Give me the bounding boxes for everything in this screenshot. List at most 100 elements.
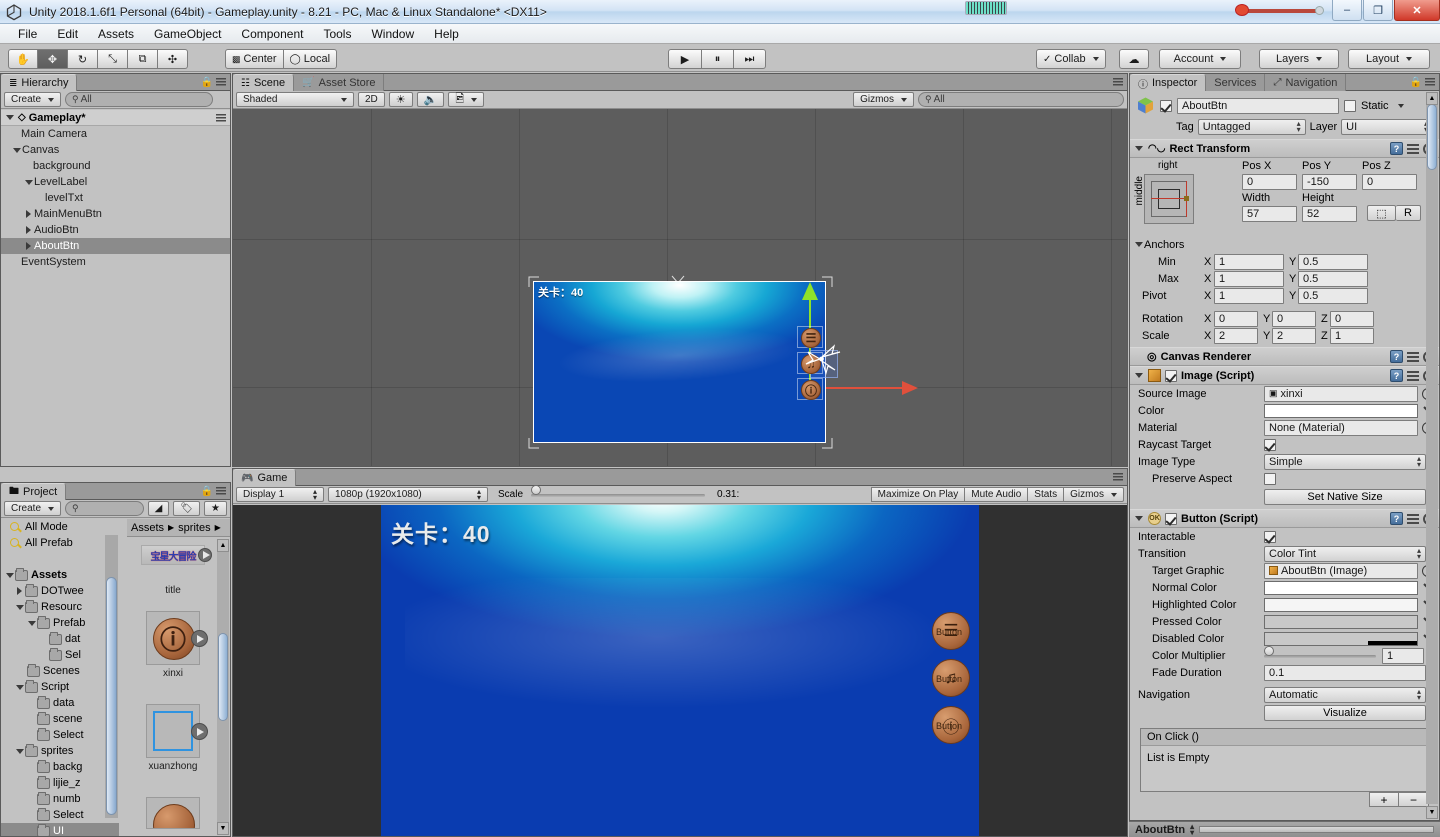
project-assets-scrollbar[interactable] bbox=[217, 551, 229, 834]
pos-x-input[interactable]: 0 bbox=[1242, 174, 1297, 190]
scene-canvas-rect[interactable]: 关卡：40 ☰ ♫ ⓘ bbox=[533, 281, 918, 443]
chevron-down-icon[interactable] bbox=[5, 113, 14, 122]
material-field[interactable]: None (Material) bbox=[1264, 419, 1418, 436]
hierarchy-item-leveltxt[interactable]: levelTxt bbox=[1, 190, 230, 206]
help-icon[interactable]: ? bbox=[1390, 512, 1403, 525]
hierarchy-item-main-camera[interactable]: Main Camera bbox=[1, 126, 230, 142]
layer-dropdown[interactable]: UI ▴▾ bbox=[1341, 119, 1433, 135]
rect-tool-button[interactable]: ⧉ bbox=[128, 49, 158, 69]
asset-preview-play-icon[interactable] bbox=[198, 548, 212, 562]
scale-y-input[interactable]: 2 bbox=[1272, 327, 1316, 344]
project-tree-sel[interactable]: Sel bbox=[1, 647, 119, 663]
menu-tools[interactable]: Tools bbox=[313, 25, 361, 43]
game-audio-button[interactable]: Button ♫ bbox=[932, 659, 970, 697]
chevron-down-icon[interactable] bbox=[12, 146, 21, 155]
asset-item-xinxi[interactable]: ⓘ xinxi bbox=[138, 611, 208, 679]
layers-button[interactable]: Layers bbox=[1259, 49, 1339, 69]
visualize-button[interactable]: Visualize bbox=[1264, 704, 1426, 721]
scroll-up-icon[interactable]: ▲ bbox=[1426, 92, 1438, 105]
transform-tool-button[interactable]: ✣ bbox=[158, 49, 188, 69]
project-assets-scroll-thumb[interactable] bbox=[218, 633, 228, 721]
game-screen[interactable]: 关卡：40 Button ☰ Button ♫ Button ⓘ bbox=[381, 505, 979, 836]
component-header-rect-transform[interactable]: ◠◡ Rect Transform ? bbox=[1130, 139, 1439, 158]
chevron-right-icon[interactable] bbox=[24, 209, 33, 219]
asset-preview-play-icon[interactable] bbox=[191, 723, 208, 740]
anchor-max-y-input[interactable]: 0.5 bbox=[1298, 270, 1368, 287]
pivot-y-input[interactable]: 0.5 bbox=[1298, 287, 1368, 304]
fade-duration-input[interactable]: 0.1 bbox=[1264, 664, 1426, 681]
height-input[interactable]: 52 bbox=[1302, 206, 1357, 222]
inspector-scrollbar[interactable] bbox=[1426, 104, 1438, 804]
scene-move-handle-cursor[interactable] bbox=[804, 342, 841, 376]
scene-menu-icon[interactable] bbox=[1113, 78, 1123, 86]
target-graphic-field[interactable]: AboutBtn (Image) bbox=[1264, 562, 1418, 579]
lock-icon[interactable]: 🔒 bbox=[1410, 77, 1422, 88]
scene-gizmos-dropdown[interactable]: Gizmos bbox=[853, 92, 914, 107]
scale-z-input[interactable]: 1 bbox=[1330, 327, 1374, 344]
preserve-aspect-checkbox[interactable] bbox=[1264, 472, 1276, 485]
scroll-up-icon[interactable]: ▲ bbox=[217, 539, 229, 552]
asset-preview-play-icon[interactable] bbox=[191, 630, 208, 647]
menu-window[interactable]: Window bbox=[361, 25, 424, 43]
source-image-field[interactable]: ▣ xinxi bbox=[1264, 385, 1418, 402]
project-search-input[interactable]: ⚲ bbox=[65, 501, 144, 516]
component-header-canvas-renderer[interactable]: ◎ Canvas Renderer ? bbox=[1130, 347, 1439, 366]
step-button[interactable]: ⏭ bbox=[734, 49, 766, 69]
project-menu-icon[interactable] bbox=[216, 487, 226, 495]
project-tree-ui[interactable]: UI bbox=[1, 823, 119, 836]
preset-icon[interactable] bbox=[1407, 370, 1419, 381]
scene-lighting-toggle[interactable]: ☀ bbox=[388, 92, 413, 107]
chevron-down-icon[interactable] bbox=[27, 619, 36, 628]
button-enabled-checkbox[interactable] bbox=[1165, 512, 1177, 525]
help-icon[interactable]: ? bbox=[1390, 142, 1403, 155]
hierarchy-scene-root[interactable]: ◇ Gameplay* bbox=[1, 110, 230, 126]
game-menu-button[interactable]: Button ☰ bbox=[932, 612, 970, 650]
scene-object-aboutbtn[interactable]: ⓘ bbox=[797, 378, 823, 400]
game-stats-toggle[interactable]: Stats bbox=[1028, 487, 1065, 502]
minimize-button[interactable]: – bbox=[1332, 0, 1362, 21]
hierarchy-item-audiobtn[interactable]: AudioBtn bbox=[1, 222, 230, 238]
add-listener-button[interactable]: + bbox=[1369, 792, 1399, 807]
game-resolution-dropdown[interactable]: 1080p (1920x1080) ▴ ▾ bbox=[328, 487, 488, 502]
tab-inspector[interactable]: ⓘ Inspector bbox=[1130, 74, 1207, 91]
game-scale-slider[interactable] bbox=[531, 484, 706, 501]
width-input[interactable]: 57 bbox=[1242, 206, 1297, 222]
scene-fx-dropdown[interactable]: 🖻 bbox=[448, 92, 485, 107]
inspector-menu-icon[interactable] bbox=[1425, 78, 1435, 86]
inspector-scroll-thumb[interactable] bbox=[1427, 104, 1437, 170]
close-button[interactable]: ✕ bbox=[1394, 0, 1440, 21]
hierarchy-search-input[interactable]: ⚲ All bbox=[65, 92, 214, 107]
chevron-down-icon[interactable] bbox=[5, 571, 14, 580]
anchor-preset-widget[interactable] bbox=[1144, 174, 1194, 224]
chevron-down-icon[interactable] bbox=[1134, 514, 1143, 523]
menu-gameobject[interactable]: GameObject bbox=[144, 25, 231, 43]
static-checkbox[interactable] bbox=[1344, 99, 1356, 112]
scene-2d-toggle[interactable]: 2D bbox=[358, 92, 385, 107]
menu-help[interactable]: Help bbox=[424, 25, 469, 43]
lock-icon[interactable]: 🔒 bbox=[201, 77, 213, 88]
scene-audio-toggle[interactable]: 🔈 bbox=[416, 92, 445, 107]
pressed-color-swatch[interactable] bbox=[1264, 614, 1418, 629]
component-header-image[interactable]: Image (Script) ? bbox=[1130, 366, 1439, 385]
hand-tool-button[interactable]: ✋ bbox=[8, 49, 38, 69]
rotation-x-input[interactable]: 0 bbox=[1214, 310, 1258, 327]
pos-z-input[interactable]: 0 bbox=[1362, 174, 1417, 190]
pos-y-input[interactable]: -150 bbox=[1302, 174, 1357, 190]
chevron-down-icon[interactable] bbox=[15, 683, 24, 692]
pivot-x-input[interactable]: 1 bbox=[1214, 287, 1284, 304]
hierarchy-item-background[interactable]: background bbox=[1, 158, 230, 174]
project-filter-type-button[interactable]: ◢ bbox=[147, 501, 170, 516]
breadcrumb-assets[interactable]: Assets bbox=[131, 522, 164, 534]
tab-hierarchy[interactable]: ≣ Hierarchy bbox=[1, 74, 78, 91]
project-tree-scroll-thumb[interactable] bbox=[106, 577, 117, 815]
image-type-dropdown[interactable]: Simple ▴ ▾ bbox=[1264, 453, 1426, 470]
color-multiplier-input[interactable]: 1 bbox=[1382, 647, 1424, 664]
chevron-down-icon[interactable] bbox=[1134, 240, 1143, 249]
updown-arrows-icon[interactable]: ▴ ▾ bbox=[1190, 822, 1194, 836]
chevron-down-icon[interactable] bbox=[1397, 103, 1404, 108]
project-tree-script-select[interactable]: Select bbox=[1, 727, 119, 743]
remove-listener-button[interactable]: − bbox=[1399, 792, 1429, 807]
anchor-min-x-input[interactable]: 1 bbox=[1214, 253, 1284, 270]
hierarchy-item-mainmenubtn[interactable]: MainMenuBtn bbox=[1, 206, 230, 222]
lock-icon[interactable]: 🔒 bbox=[201, 486, 213, 497]
